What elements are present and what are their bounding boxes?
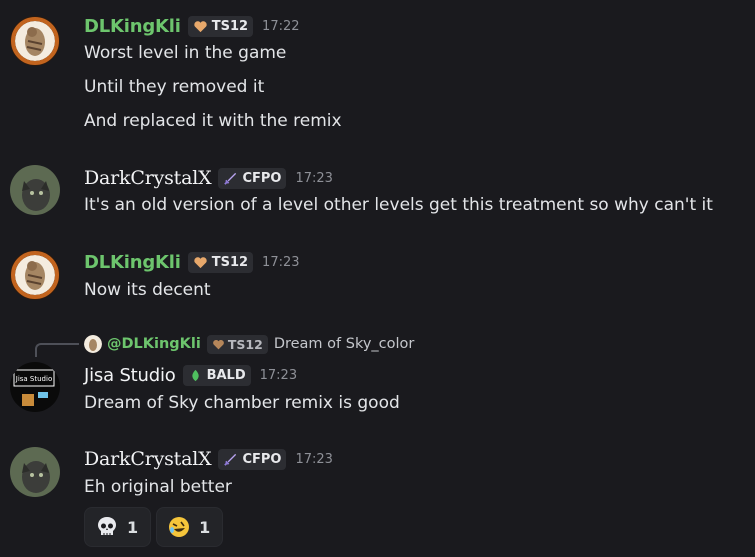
timestamp[interactable]: 17:22 <box>262 19 299 34</box>
reply-connector <box>35 343 79 357</box>
server-tag[interactable]: TS12 <box>187 15 254 37</box>
avatar-text: Jisa Studio <box>15 375 52 383</box>
avatar[interactable] <box>10 250 60 300</box>
heart-icon <box>194 256 207 268</box>
username[interactable]: DLKingKli <box>84 16 181 37</box>
tag-label: TS12 <box>227 336 263 352</box>
username[interactable]: Jisa Studio <box>84 365 176 386</box>
avatar[interactable] <box>10 16 60 66</box>
tag-label: TS12 <box>211 18 249 34</box>
reply-username[interactable]: @DLKingKli <box>107 336 201 352</box>
leaf-icon <box>191 369 199 381</box>
timestamp[interactable]: 17:23 <box>295 171 332 186</box>
username[interactable]: DLKingKli <box>84 252 181 273</box>
server-tag[interactable]: CFPO <box>218 167 287 189</box>
reaction-count: 1 <box>127 517 139 537</box>
heart-icon <box>213 339 224 349</box>
timestamp[interactable]: 17:23 <box>260 368 297 383</box>
server-tag[interactable]: CFPO <box>218 448 287 470</box>
username[interactable]: DarkCrystalX <box>84 448 212 470</box>
avatar[interactable] <box>10 447 60 497</box>
reply-server-tag: TS12 <box>206 334 268 354</box>
message-line: Now its decent <box>84 280 211 300</box>
tag-label: BALD <box>206 367 246 383</box>
heart-icon <box>194 20 207 32</box>
timestamp[interactable]: 17:23 <box>262 255 299 270</box>
tag-label: CFPO <box>242 451 282 467</box>
reply-text: Dream of Sky_color <box>273 336 415 352</box>
reactions: 1 1 <box>84 507 224 547</box>
tag-label: TS12 <box>211 254 249 270</box>
message-line: Worst level in the game <box>84 43 287 63</box>
message-line: Dream of Sky chamber remix is good <box>84 393 400 413</box>
skull-emoji-icon <box>98 517 116 535</box>
timestamp[interactable]: 17:23 <box>295 452 332 467</box>
message-line: Until they removed it <box>84 77 265 97</box>
message-line: It's an old version of a level other lev… <box>84 195 713 215</box>
avatar[interactable]: Jisa Studio <box>10 362 60 412</box>
reaction-skull[interactable]: 1 <box>84 507 152 547</box>
message-line: And replaced it with the remix <box>84 111 342 131</box>
sword-icon <box>224 172 237 185</box>
reply-preview[interactable]: @DLKingKli TS12 Dream of Sky_color <box>84 333 414 355</box>
tag-label: CFPO <box>242 170 282 186</box>
username[interactable]: DarkCrystalX <box>84 167 212 189</box>
rofl-emoji-icon <box>169 517 190 537</box>
message-line: Eh original better <box>84 477 232 497</box>
avatar[interactable] <box>10 165 60 215</box>
reaction-rofl[interactable]: 1 <box>156 507 224 547</box>
reply-avatar <box>84 335 102 353</box>
reaction-count: 1 <box>199 517 211 537</box>
server-tag[interactable]: BALD <box>182 364 251 386</box>
sword-icon <box>224 453 237 466</box>
server-tag[interactable]: TS12 <box>187 251 254 273</box>
